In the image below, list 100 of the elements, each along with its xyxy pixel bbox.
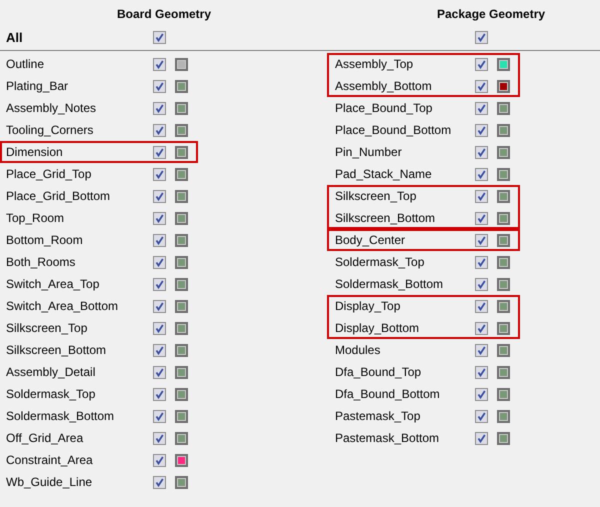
checkbox[interactable] xyxy=(153,146,166,158)
color-swatch[interactable] xyxy=(175,80,188,92)
color-swatch[interactable] xyxy=(497,190,510,202)
checkbox[interactable] xyxy=(153,80,166,92)
layer-label: Pad_Stack_Name xyxy=(335,167,433,181)
color-swatch[interactable] xyxy=(175,256,188,268)
color-swatch[interactable] xyxy=(497,124,510,136)
color-swatch[interactable] xyxy=(175,278,188,290)
checkbox[interactable] xyxy=(475,388,488,400)
checkbox[interactable] xyxy=(475,300,488,312)
checkbox[interactable] xyxy=(153,366,166,378)
color-swatch[interactable] xyxy=(175,212,188,224)
checkbox[interactable] xyxy=(153,212,166,224)
layer-label: Plating_Bar xyxy=(6,79,70,93)
column-title: Package Geometry xyxy=(437,6,546,23)
color-swatch[interactable] xyxy=(497,58,510,70)
color-swatch[interactable] xyxy=(497,344,510,356)
checkbox[interactable] xyxy=(153,234,166,246)
color-swatch[interactable] xyxy=(175,58,188,70)
color-swatch[interactable] xyxy=(175,146,188,158)
color-swatch[interactable] xyxy=(497,432,510,444)
checkbox[interactable] xyxy=(153,344,166,356)
checkbox[interactable] xyxy=(153,476,166,488)
checkbox[interactable] xyxy=(475,212,488,224)
color-swatch[interactable] xyxy=(175,344,188,356)
checkbox[interactable] xyxy=(153,454,166,466)
checkbox[interactable] xyxy=(475,102,488,114)
layer-label: Bottom_Room xyxy=(6,233,84,247)
checkbox[interactable] xyxy=(475,432,488,444)
checkbox[interactable] xyxy=(153,190,166,202)
color-swatch[interactable] xyxy=(175,124,188,136)
checkbox[interactable] xyxy=(475,58,488,70)
color-swatch[interactable] xyxy=(497,410,510,422)
layer-label: Silkscreen_Top xyxy=(335,189,418,203)
layer-label: Silkscreen_Bottom xyxy=(6,343,108,357)
checkbox[interactable] xyxy=(153,300,166,312)
color-swatch[interactable] xyxy=(497,212,510,224)
checkbox[interactable] xyxy=(475,344,488,356)
color-swatch[interactable] xyxy=(175,300,188,312)
checkbox[interactable] xyxy=(475,30,488,44)
checkbox[interactable] xyxy=(475,322,488,334)
layer-label: Assembly_Top xyxy=(335,57,414,71)
layer-label: Display_Bottom xyxy=(335,321,420,335)
layer-label: Place_Grid_Top xyxy=(6,167,92,181)
layer-label: Display_Top xyxy=(335,299,402,313)
checkbox[interactable] xyxy=(153,124,166,136)
color-swatch[interactable] xyxy=(497,234,510,246)
layer-label: Assembly_Bottom xyxy=(335,79,433,93)
checkbox[interactable] xyxy=(153,30,166,44)
checkbox[interactable] xyxy=(153,58,166,70)
layer-label: Dfa_Bound_Bottom xyxy=(335,387,441,401)
checkbox[interactable] xyxy=(153,432,166,444)
color-swatch[interactable] xyxy=(497,322,510,334)
color-swatch[interactable] xyxy=(497,102,510,114)
checkbox[interactable] xyxy=(475,124,488,136)
checkbox[interactable] xyxy=(475,168,488,180)
checkbox[interactable] xyxy=(475,278,488,290)
color-swatch[interactable] xyxy=(497,256,510,268)
layer-label: Soldermask_Top xyxy=(335,255,426,269)
checkbox[interactable] xyxy=(153,256,166,268)
color-swatch[interactable] xyxy=(175,476,188,488)
color-swatch[interactable] xyxy=(175,432,188,444)
checkbox[interactable] xyxy=(153,322,166,334)
checkbox[interactable] xyxy=(153,102,166,114)
checkbox[interactable] xyxy=(475,366,488,378)
layer-label: Pastemask_Top xyxy=(335,409,422,423)
color-swatch[interactable] xyxy=(497,80,510,92)
checkbox[interactable] xyxy=(475,190,488,202)
checkbox[interactable] xyxy=(475,146,488,158)
checkbox[interactable] xyxy=(475,256,488,268)
color-swatch[interactable] xyxy=(497,388,510,400)
color-swatch[interactable] xyxy=(175,234,188,246)
color-swatch[interactable] xyxy=(175,190,188,202)
color-swatch[interactable] xyxy=(175,388,188,400)
checkbox[interactable] xyxy=(153,410,166,422)
color-swatch[interactable] xyxy=(175,102,188,114)
checkbox[interactable] xyxy=(153,388,166,400)
layer-label: Silkscreen_Bottom xyxy=(335,211,436,225)
layer-label: Place_Bound_Bottom xyxy=(335,123,452,137)
color-swatch[interactable] xyxy=(497,146,510,158)
checkbox[interactable] xyxy=(475,410,488,422)
color-swatch[interactable] xyxy=(175,168,188,180)
checkbox[interactable] xyxy=(475,80,488,92)
layer-label: Soldermask_Top xyxy=(6,387,96,401)
layer-label: Place_Bound_Top xyxy=(335,101,434,115)
layer-label: Both_Rooms xyxy=(6,255,76,269)
checkbox[interactable] xyxy=(153,168,166,180)
color-swatch[interactable] xyxy=(497,366,510,378)
color-swatch[interactable] xyxy=(497,168,510,180)
checkbox[interactable] xyxy=(153,278,166,290)
color-swatch[interactable] xyxy=(175,366,188,378)
color-swatch[interactable] xyxy=(175,322,188,334)
color-swatch[interactable] xyxy=(175,410,188,422)
layer-label: Wb_Guide_Line xyxy=(6,475,94,489)
color-swatch[interactable] xyxy=(497,278,510,290)
layer-label: Switch_Area_Top xyxy=(6,277,100,291)
checkbox[interactable] xyxy=(475,234,488,246)
layer-label: Off_Grid_Area xyxy=(6,431,84,445)
color-swatch[interactable] xyxy=(175,454,188,466)
color-swatch[interactable] xyxy=(497,300,510,312)
